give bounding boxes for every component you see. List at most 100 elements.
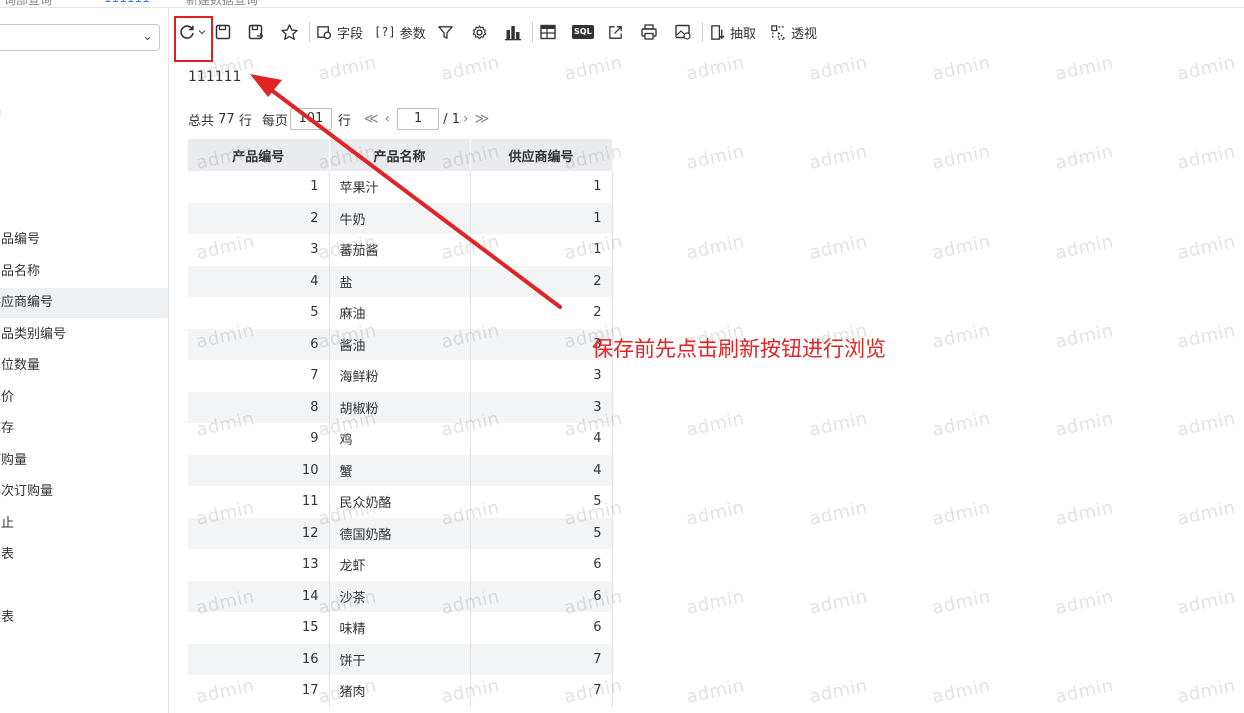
per-page-input[interactable]: 101 (289, 108, 332, 130)
table-cell: 15 (188, 612, 330, 644)
total-count: 77 (218, 111, 235, 127)
column-header[interactable]: 产品编号 (188, 139, 330, 171)
table-row[interactable]: 5 麻油 2 (188, 297, 613, 329)
table-cell: 1 (470, 234, 613, 266)
sidebar-item[interactable]: 供应商编号 (0, 288, 168, 318)
sidebar-item[interactable]: 再次订购量 (0, 477, 168, 507)
first-page-button[interactable]: ≪ (364, 111, 379, 127)
table-cell: 德国奶酪 (329, 517, 471, 549)
chart-button[interactable] (504, 18, 522, 46)
table-row[interactable]: 6 酱油 3 (188, 328, 613, 360)
watermark-text: admin (1175, 586, 1238, 619)
params-button[interactable]: [?] 参数 (374, 18, 426, 46)
watermark-text: admin (807, 141, 870, 174)
watermark-text: admin (439, 52, 502, 85)
sidebar-item[interactable]: 单价 (0, 383, 168, 413)
sidebar-item[interactable]: 单位数量 (0, 351, 168, 381)
sidebar-item[interactable]: 产品名称 (0, 257, 168, 287)
save-button[interactable] (214, 18, 232, 46)
table-cell: 2 (188, 202, 330, 234)
table-cell: 5 (470, 486, 613, 518)
sidebar-item[interactable]: 细表 (0, 603, 168, 633)
breadcrumb-item[interactable]: 新建数据查询 (186, 0, 258, 7)
page-input[interactable]: 1 (397, 108, 440, 130)
breadcrumb-item[interactable]: 111111 (104, 0, 150, 5)
datasource-dropdown[interactable]: ⌄ (0, 24, 160, 51)
table-cell: 3 (470, 360, 613, 392)
settings-button[interactable] (471, 18, 488, 46)
next-page-button[interactable]: › (463, 111, 469, 127)
table-row[interactable]: 7 海鲜粉 3 (188, 360, 613, 392)
table-cell: 麻油 (329, 297, 471, 329)
table-cell: 6 (470, 612, 613, 644)
table-row[interactable]: 8 胡椒粉 3 (188, 391, 613, 423)
fields-button[interactable]: 字段 (316, 18, 363, 46)
sidebar-item[interactable]: 别表 (0, 540, 168, 570)
watermark-text: admin (930, 586, 993, 619)
table-cell: 海鲜粉 (329, 360, 471, 392)
table-row[interactable]: 17 猪肉 7 (188, 675, 613, 707)
table-row[interactable]: 16 饼干 7 (188, 643, 613, 675)
pivot-button[interactable]: 透视 (770, 18, 817, 46)
table-row[interactable]: 15 味精 6 (188, 612, 613, 644)
export-button[interactable] (607, 18, 624, 46)
last-page-button[interactable]: ≫ (475, 111, 490, 127)
table-row[interactable]: 11 民众奶酪 5 (188, 486, 613, 518)
table-row[interactable]: 14 沙茶 6 (188, 580, 613, 612)
params-label: 参数 (399, 26, 426, 42)
filter-button[interactable] (437, 18, 454, 46)
print-button[interactable] (640, 18, 658, 46)
breadcrumb-item[interactable]: 询部查询 (4, 0, 52, 7)
sidebar-item[interactable]: 订购量 (0, 446, 168, 476)
watermark-text: admin (1053, 52, 1116, 85)
watermark-text: admin (1175, 141, 1238, 174)
sidebar-item[interactable]: 产品类别编号 (0, 320, 168, 350)
toolbar-divider (309, 22, 310, 42)
sidebar-item[interactable]: 器 (0, 98, 168, 128)
table-row[interactable]: 10 蟹 4 (188, 454, 613, 486)
table-cell: 3 (470, 328, 613, 360)
table-cell: 饼干 (329, 643, 471, 675)
table-cell: 4 (470, 423, 613, 455)
table-cell: 6 (470, 580, 613, 612)
table-cell: 味精 (329, 612, 471, 644)
table-row[interactable]: 9鸡4 (188, 423, 613, 455)
page-separator: / (443, 111, 448, 127)
watermark-text: admin (684, 231, 747, 264)
table-row[interactable]: 12 德国奶酪 5 (188, 517, 613, 549)
watermark-text: admin (684, 586, 747, 619)
gear-icon (472, 24, 487, 39)
table-cell: 13 (188, 549, 330, 581)
watermark-text: admin (1053, 408, 1116, 441)
table-cell: 盐 (329, 265, 471, 297)
table-cell: 蟹 (329, 454, 471, 486)
column-header[interactable]: 供应商编号 (470, 139, 613, 171)
pivot-label: 透视 (791, 26, 818, 42)
table-row[interactable]: 13 龙虾 6 (188, 549, 613, 581)
table-cell: 9 (188, 423, 330, 455)
table-cell: 16 (188, 643, 330, 675)
favorite-button[interactable] (280, 18, 299, 46)
prev-page-button[interactable]: ‹ (385, 111, 391, 127)
table-row[interactable]: 1 苹果汁 1 (188, 171, 613, 203)
extract-button[interactable]: 抽取 (710, 18, 756, 46)
sidebar-item[interactable]: 中止 (0, 509, 168, 539)
save-as-button[interactable] (247, 18, 265, 46)
image-export-button[interactable] (674, 18, 692, 46)
total-unit: 行 (238, 113, 252, 129)
sidebar-item[interactable]: 产品编号 (0, 225, 168, 255)
save-as-icon (248, 24, 264, 40)
table-row[interactable]: 3 蕃茄酱 1 (188, 234, 613, 266)
watermark-text: admin (1175, 231, 1238, 264)
column-header[interactable]: 产品名称 (329, 139, 471, 171)
table-cell: 民众奶酪 (329, 486, 471, 518)
table-cell: 7 (188, 360, 330, 392)
table-header-row: 产品编号 产品名称 供应商编号 (188, 139, 613, 171)
sidebar-item[interactable]: 库存 (0, 414, 168, 444)
image-settings-icon (675, 24, 691, 40)
sql-button[interactable]: SQL (572, 18, 594, 46)
per-page-unit: 行 (337, 113, 351, 129)
table-row[interactable]: 4盐2 (188, 265, 613, 297)
table-view-button[interactable] (539, 18, 557, 46)
table-row[interactable]: 2 牛奶 1 (188, 202, 613, 234)
